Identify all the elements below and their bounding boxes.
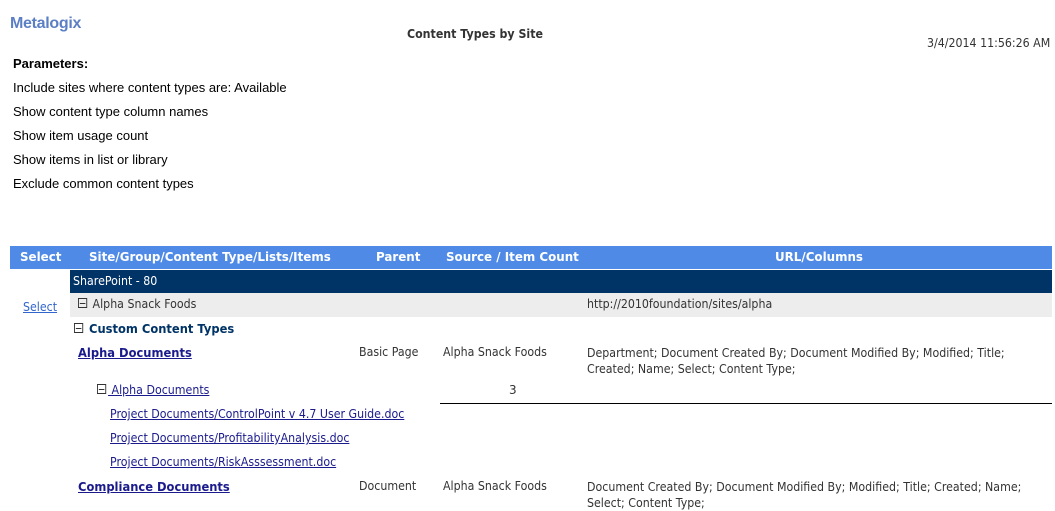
list-row[interactable]: Alpha Documents: [97, 383, 209, 397]
column-header-source: Source / Item Count: [446, 249, 579, 264]
parameters-heading: Parameters:: [13, 56, 287, 80]
collapse-icon[interactable]: [97, 384, 106, 394]
select-link[interactable]: Select: [23, 300, 57, 314]
content-type-link[interactable]: Compliance Documents: [78, 479, 230, 494]
collapse-icon[interactable]: [78, 298, 87, 308]
content-type-columns: Department; Document Created By; Documen…: [587, 345, 1038, 377]
item-link[interactable]: Project Documents/RiskAsssessment.doc: [110, 455, 336, 469]
column-header-select: Select: [20, 249, 61, 264]
parameter-item: Show item usage count: [13, 128, 287, 152]
column-header-url: URL/Columns: [775, 249, 863, 264]
parameter-item: Show content type column names: [13, 104, 287, 128]
site-row: Alpha Snack Foods http://2010foundation/…: [70, 293, 1052, 317]
content-type-source: Alpha Snack Foods: [443, 345, 547, 359]
report-title: Content Types by Site: [407, 27, 543, 41]
site-name-cell[interactable]: Alpha Snack Foods: [78, 297, 196, 311]
list-item-count: 3: [509, 383, 517, 397]
group-row[interactable]: Custom Content Types: [74, 321, 234, 336]
parameter-item: Include sites where content types are: A…: [13, 80, 287, 104]
parameter-item: Exclude common content types: [13, 176, 287, 200]
report-timestamp: 3/4/2014 11:56:26 AM: [927, 36, 1050, 50]
count-divider: [440, 403, 1052, 404]
content-type-source: Alpha Snack Foods: [443, 479, 547, 493]
farm-name: SharePoint - 80: [73, 274, 157, 288]
column-header-site: Site/Group/Content Type/Lists/Items: [89, 249, 331, 264]
item-link[interactable]: Project Documents/ControlPoint v 4.7 Use…: [110, 407, 404, 421]
list-link[interactable]: Alpha Documents: [108, 383, 209, 397]
content-type-parent: Basic Page: [359, 345, 418, 359]
content-type-parent: Document: [359, 479, 416, 493]
content-type-link[interactable]: Alpha Documents: [78, 345, 192, 360]
group-name: Custom Content Types: [89, 321, 234, 336]
item-link[interactable]: Project Documents/ProfitabilityAnalysis.…: [110, 431, 349, 445]
site-url: http://2010foundation/sites/alpha: [587, 297, 772, 311]
parameters-section: Parameters: Include sites where content …: [13, 56, 287, 200]
columns-line: Department; Document Created By; Documen…: [587, 345, 1038, 361]
columns-line: Document Created By; Document Modified B…: [587, 479, 1038, 495]
table-header: Select Site/Group/Content Type/Lists/Ite…: [10, 246, 1052, 269]
columns-line: Select; Content Type;: [587, 495, 1038, 511]
metalogix-logo: Metalogix: [10, 15, 81, 33]
column-header-parent: Parent: [376, 249, 420, 264]
site-name: Alpha Snack Foods: [93, 297, 197, 311]
parameter-item: Show items in list or library: [13, 152, 287, 176]
farm-row: SharePoint - 80: [70, 270, 1052, 293]
columns-line: Created; Name; Select; Content Type;: [587, 361, 1038, 377]
content-type-columns: Document Created By; Document Modified B…: [587, 479, 1038, 511]
collapse-icon[interactable]: [74, 323, 83, 333]
